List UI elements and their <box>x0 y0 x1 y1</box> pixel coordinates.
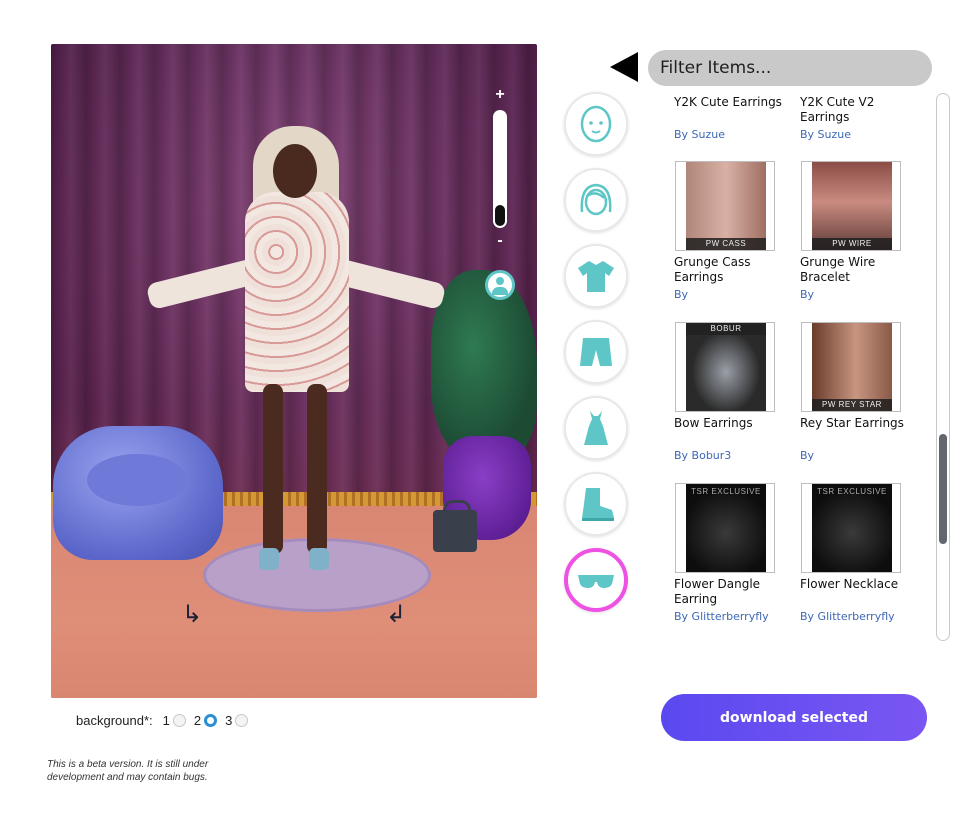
sunglasses-icon <box>578 575 614 588</box>
item-author[interactable]: By Glitterberryfly <box>674 610 792 623</box>
item-thumbnail[interactable]: TSR EXCLUSIVE <box>801 483 901 573</box>
item-author[interactable]: By <box>674 288 792 301</box>
item-thumbnail[interactable]: PW REY STAR <box>801 322 901 412</box>
avatar-left-shoe <box>259 548 279 570</box>
filter-input[interactable] <box>648 50 932 86</box>
item-author[interactable]: By <box>800 449 918 462</box>
handbag <box>433 500 477 552</box>
category-face[interactable] <box>564 92 628 156</box>
item-title[interactable]: Flower Dangle Earring <box>674 577 792 607</box>
face-icon <box>580 105 612 143</box>
category-hair[interactable] <box>564 168 628 232</box>
avatar-head <box>273 144 317 198</box>
item-thumbnail[interactable]: PW CASS <box>675 161 775 251</box>
item-author[interactable]: By <box>800 288 918 301</box>
item-title[interactable]: Bow Earrings <box>674 416 792 431</box>
zoom-in-button[interactable]: + <box>492 86 508 104</box>
item-thumbnail[interactable]: TSR EXCLUSIVE <box>675 483 775 573</box>
zoom-slider-fill <box>495 204 505 226</box>
item-author[interactable]: By Suzue <box>800 128 918 141</box>
rotate-right-icon[interactable]: ↲ <box>383 602 409 628</box>
items-scrollbar[interactable] <box>936 93 950 641</box>
background-radio-1[interactable] <box>172 713 186 727</box>
item-title[interactable]: Y2K Cute Earrings <box>674 95 792 110</box>
shorts-icon <box>580 338 612 366</box>
background-option-2[interactable]: 2 <box>194 713 218 728</box>
shirt-icon <box>578 261 614 292</box>
beta-notice: This is a beta version. It is still unde… <box>47 759 209 783</box>
bow-earring-photo <box>686 323 766 411</box>
zoom-out-button[interactable]: - <box>492 232 508 250</box>
background-radio-2[interactable] <box>204 713 218 727</box>
category-tops[interactable] <box>564 244 628 308</box>
background-radio-3[interactable] <box>235 713 249 727</box>
heart-chair-seat <box>87 454 187 506</box>
avatar-right-shoe <box>309 548 329 570</box>
background-selector: background*: 1 2 3 <box>76 712 256 728</box>
item-title[interactable]: Flower Necklace <box>800 577 918 592</box>
item-thumbnail[interactable]: BOBUR <box>675 322 775 412</box>
dress-icon <box>584 411 608 445</box>
item-author[interactable]: By Bobur3 <box>674 449 792 462</box>
item-author[interactable]: By Glitterberryfly <box>800 610 918 623</box>
item-author[interactable]: By Suzue <box>674 128 792 141</box>
category-bottoms[interactable] <box>564 320 628 384</box>
category-accessories[interactable] <box>564 548 628 612</box>
item-title[interactable]: Rey Star Earrings <box>800 416 918 431</box>
background-option-1[interactable]: 1 <box>163 713 186 728</box>
avatar-right-leg <box>307 384 327 554</box>
zoom-slider[interactable] <box>493 110 507 228</box>
collapse-arrow-icon[interactable] <box>610 52 638 82</box>
download-selected-button[interactable]: download selected <box>661 694 927 741</box>
rotate-left-icon[interactable]: ↳ <box>179 602 205 628</box>
item-title[interactable]: Grunge Cass Earrings <box>674 255 792 285</box>
hair-icon <box>580 183 612 216</box>
background-label: background*: <box>76 712 153 728</box>
category-dresses[interactable] <box>564 396 628 460</box>
item-title[interactable]: Grunge Wire Bracelet <box>800 255 918 285</box>
avatar-preview[interactable]: ↳ ↲ + - <box>51 44 537 698</box>
avatar-dress <box>245 192 349 392</box>
category-shoes[interactable] <box>564 472 628 536</box>
item-thumbnail[interactable]: PW WIRE BRACELET <box>801 161 901 251</box>
avatar-left-leg <box>263 384 283 554</box>
plant <box>431 270 537 460</box>
items-scrollbar-thumb[interactable] <box>939 434 947 544</box>
boot-icon <box>582 488 614 521</box>
avatar-select-icon[interactable] <box>485 270 515 300</box>
item-title[interactable]: Y2K Cute V2 Earrings <box>800 95 918 125</box>
background-option-3[interactable]: 3 <box>225 713 249 728</box>
